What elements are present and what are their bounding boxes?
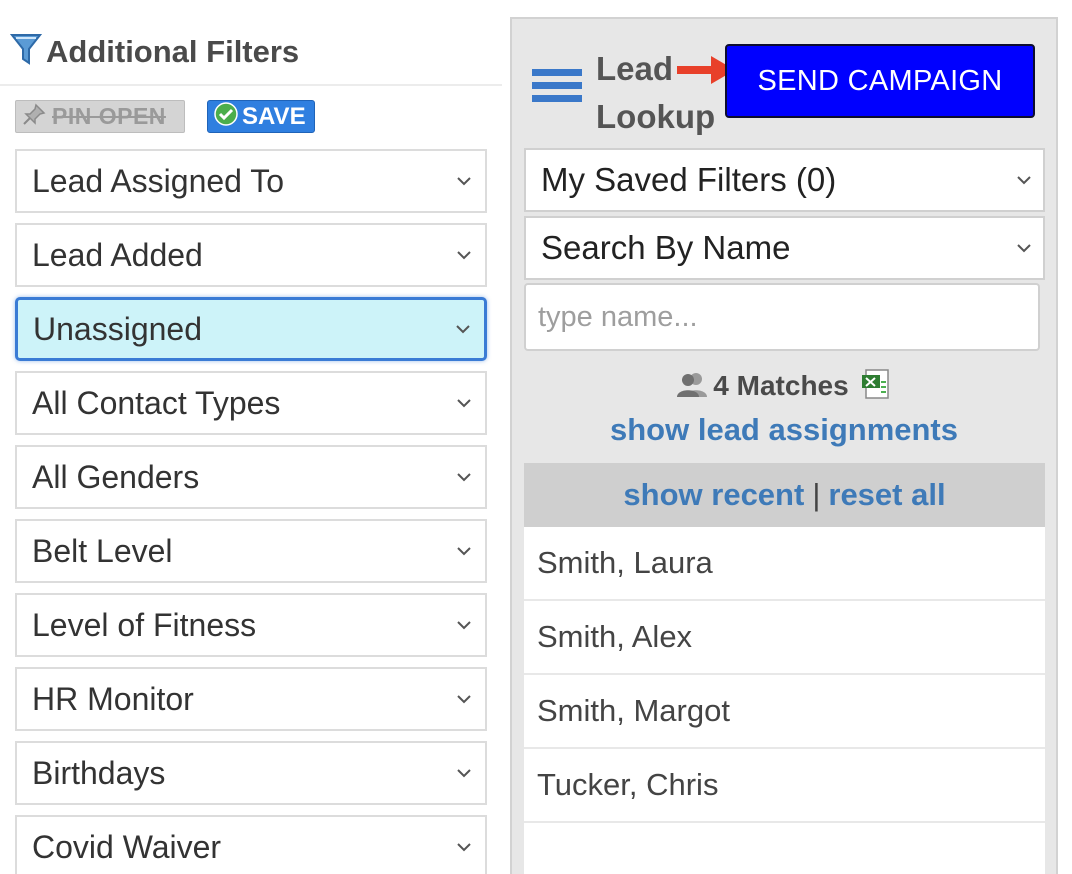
list-item[interactable]: Smith, Laura xyxy=(524,527,1045,601)
select-value: Lead Assigned To xyxy=(32,162,285,199)
saved-filters-select[interactable]: My Saved Filters (0) xyxy=(524,148,1045,212)
fitness-level-select[interactable]: Level of Fitness xyxy=(15,593,487,657)
select-value: HR Monitor xyxy=(32,680,194,717)
send-campaign-button[interactable]: SEND CAMPAIGN xyxy=(725,44,1035,118)
filters-title: Additional Filters xyxy=(46,34,300,69)
select-value: Level of Fitness xyxy=(32,606,257,643)
chevron-down-icon xyxy=(448,324,478,334)
link-separator: | xyxy=(812,477,821,512)
lead-assigned-to-select[interactable]: Lead Assigned To xyxy=(15,149,487,213)
show-lead-assignments-link[interactable]: show lead assignments xyxy=(512,412,1056,448)
results-list: Smith, Laura Smith, Alex Smith, Margot T… xyxy=(524,527,1045,874)
filters-header: Additional Filters xyxy=(9,30,300,74)
select-value: All Contact Types xyxy=(32,384,281,421)
checkmark-icon xyxy=(214,102,238,131)
chevron-down-icon xyxy=(449,694,479,704)
assignment-status-select[interactable]: Unassigned xyxy=(15,297,487,361)
hamburger-icon[interactable] xyxy=(532,69,582,109)
chevron-down-icon xyxy=(449,176,479,186)
covid-waiver-select[interactable]: Covid Waiver xyxy=(15,815,487,874)
belt-level-select[interactable]: Belt Level xyxy=(15,519,487,583)
list-item[interactable]: Tucker, Chris xyxy=(524,749,1045,823)
chevron-down-icon xyxy=(449,842,479,852)
chevron-down-icon xyxy=(1009,243,1039,253)
select-value: Covid Waiver xyxy=(32,828,222,865)
users-icon xyxy=(677,371,708,402)
select-value: All Genders xyxy=(32,458,200,495)
search-by-select[interactable]: Search By Name xyxy=(524,216,1045,280)
chevron-down-icon xyxy=(449,546,479,556)
show-recent-link[interactable]: show recent xyxy=(623,477,804,513)
chevron-down-icon xyxy=(449,472,479,482)
pin-open-label: PIN OPEN xyxy=(52,103,166,129)
chevron-down-icon xyxy=(449,768,479,778)
excel-icon[interactable] xyxy=(861,368,891,405)
select-value: My Saved Filters (0) xyxy=(541,161,837,198)
save-label: SAVE xyxy=(242,102,306,130)
search-name-input[interactable] xyxy=(524,283,1040,351)
save-button[interactable]: SAVE xyxy=(207,100,315,133)
list-item[interactable]: Smith, Alex xyxy=(524,601,1045,675)
additional-filters-panel: Additional Filters PIN OPEN SAVE Lead As… xyxy=(0,0,502,874)
lead-added-select[interactable]: Lead Added xyxy=(15,223,487,287)
matches-count: 4 Matches xyxy=(713,370,849,401)
select-value: Search By Name xyxy=(541,229,791,266)
pushpin-icon xyxy=(22,102,48,131)
lead-lookup-panel: Lead Lookup SEND CAMPAIGN My Saved Filte… xyxy=(510,17,1058,874)
list-item[interactable]: Smith, Margot xyxy=(524,675,1045,749)
pin-open-button[interactable]: PIN OPEN xyxy=(15,100,185,133)
select-value: Belt Level xyxy=(32,532,173,569)
select-value: Lead Added xyxy=(32,236,203,273)
genders-select[interactable]: All Genders xyxy=(15,445,487,509)
chevron-down-icon xyxy=(1009,175,1039,185)
chevron-down-icon xyxy=(449,620,479,630)
reset-all-link[interactable]: reset all xyxy=(828,477,945,513)
recent-reset-bar: show recent | reset all xyxy=(524,463,1045,527)
funnel-icon xyxy=(9,32,43,73)
select-value: Unassigned xyxy=(33,310,202,347)
select-value: Birthdays xyxy=(32,754,166,791)
hr-monitor-select[interactable]: HR Monitor xyxy=(15,667,487,731)
chevron-down-icon xyxy=(449,250,479,260)
birthdays-select[interactable]: Birthdays xyxy=(15,741,487,805)
chevron-down-icon xyxy=(449,398,479,408)
contact-types-select[interactable]: All Contact Types xyxy=(15,371,487,435)
divider xyxy=(0,84,502,86)
matches-summary: 4 Matches xyxy=(512,366,1056,406)
